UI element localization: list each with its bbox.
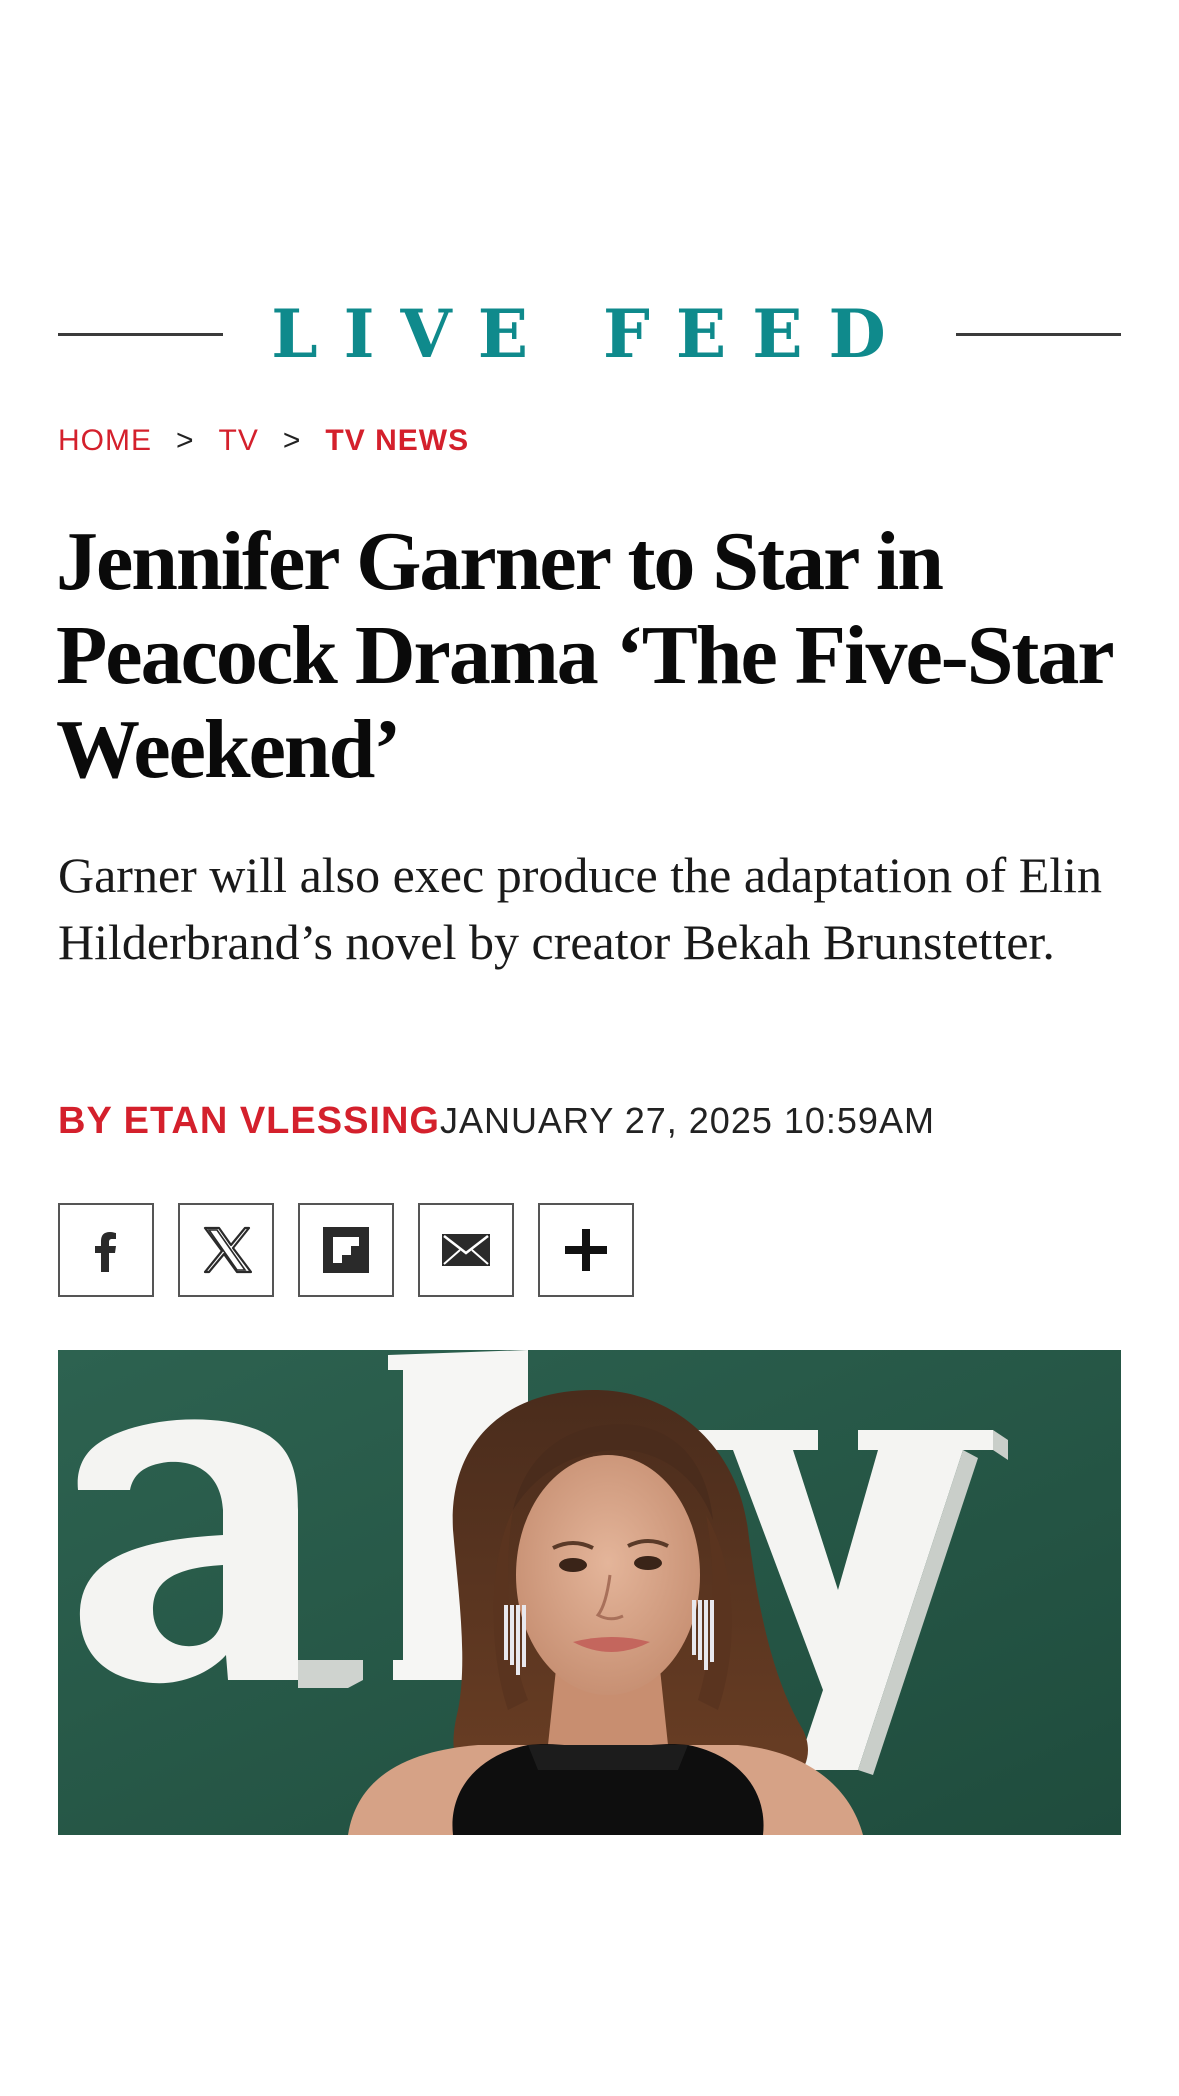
- byline: BY ETAN VLESSING JANUARY 27, 2025 10:59A…: [58, 1100, 935, 1143]
- email-icon: [442, 1234, 490, 1266]
- section-header: LIVE FEED: [58, 298, 1122, 370]
- breadcrumb-home[interactable]: HOME: [58, 424, 152, 458]
- share-flipboard-button[interactable]: [298, 1203, 394, 1297]
- breadcrumb-separator: >: [176, 424, 195, 457]
- breadcrumb-tv[interactable]: TV: [219, 424, 259, 458]
- hero-image: [58, 1350, 1121, 1835]
- article-dek: Garner will also exec produce the adapta…: [58, 847, 1103, 970]
- breadcrumb: HOME > TV > TV NEWS: [58, 424, 469, 458]
- hero-photo: [58, 1350, 1121, 1835]
- section-rule-left: [58, 332, 224, 336]
- x-icon: [203, 1226, 252, 1274]
- breadcrumb-separator: >: [282, 424, 302, 457]
- breadcrumb-tv-news[interactable]: TV NEWS: [325, 424, 469, 458]
- section-title[interactable]: LIVE FEED: [271, 301, 911, 367]
- author-link[interactable]: BY ETAN VLESSING: [58, 1100, 440, 1143]
- share-email-button[interactable]: [418, 1203, 514, 1297]
- share-facebook-button[interactable]: [58, 1203, 154, 1297]
- article-headline: Jennifer Garner to Star in Peacock Drama…: [56, 515, 1113, 796]
- section-rule-right: [955, 332, 1122, 336]
- share-bar: [58, 1203, 634, 1297]
- share-more-button[interactable]: [538, 1203, 634, 1297]
- facebook-icon: [95, 1232, 116, 1272]
- share-x-button[interactable]: [178, 1203, 274, 1297]
- publish-date: JANUARY 27, 2025 10:59AM: [440, 1100, 935, 1141]
- plus-icon: [565, 1229, 607, 1271]
- flipboard-icon: [323, 1227, 369, 1273]
